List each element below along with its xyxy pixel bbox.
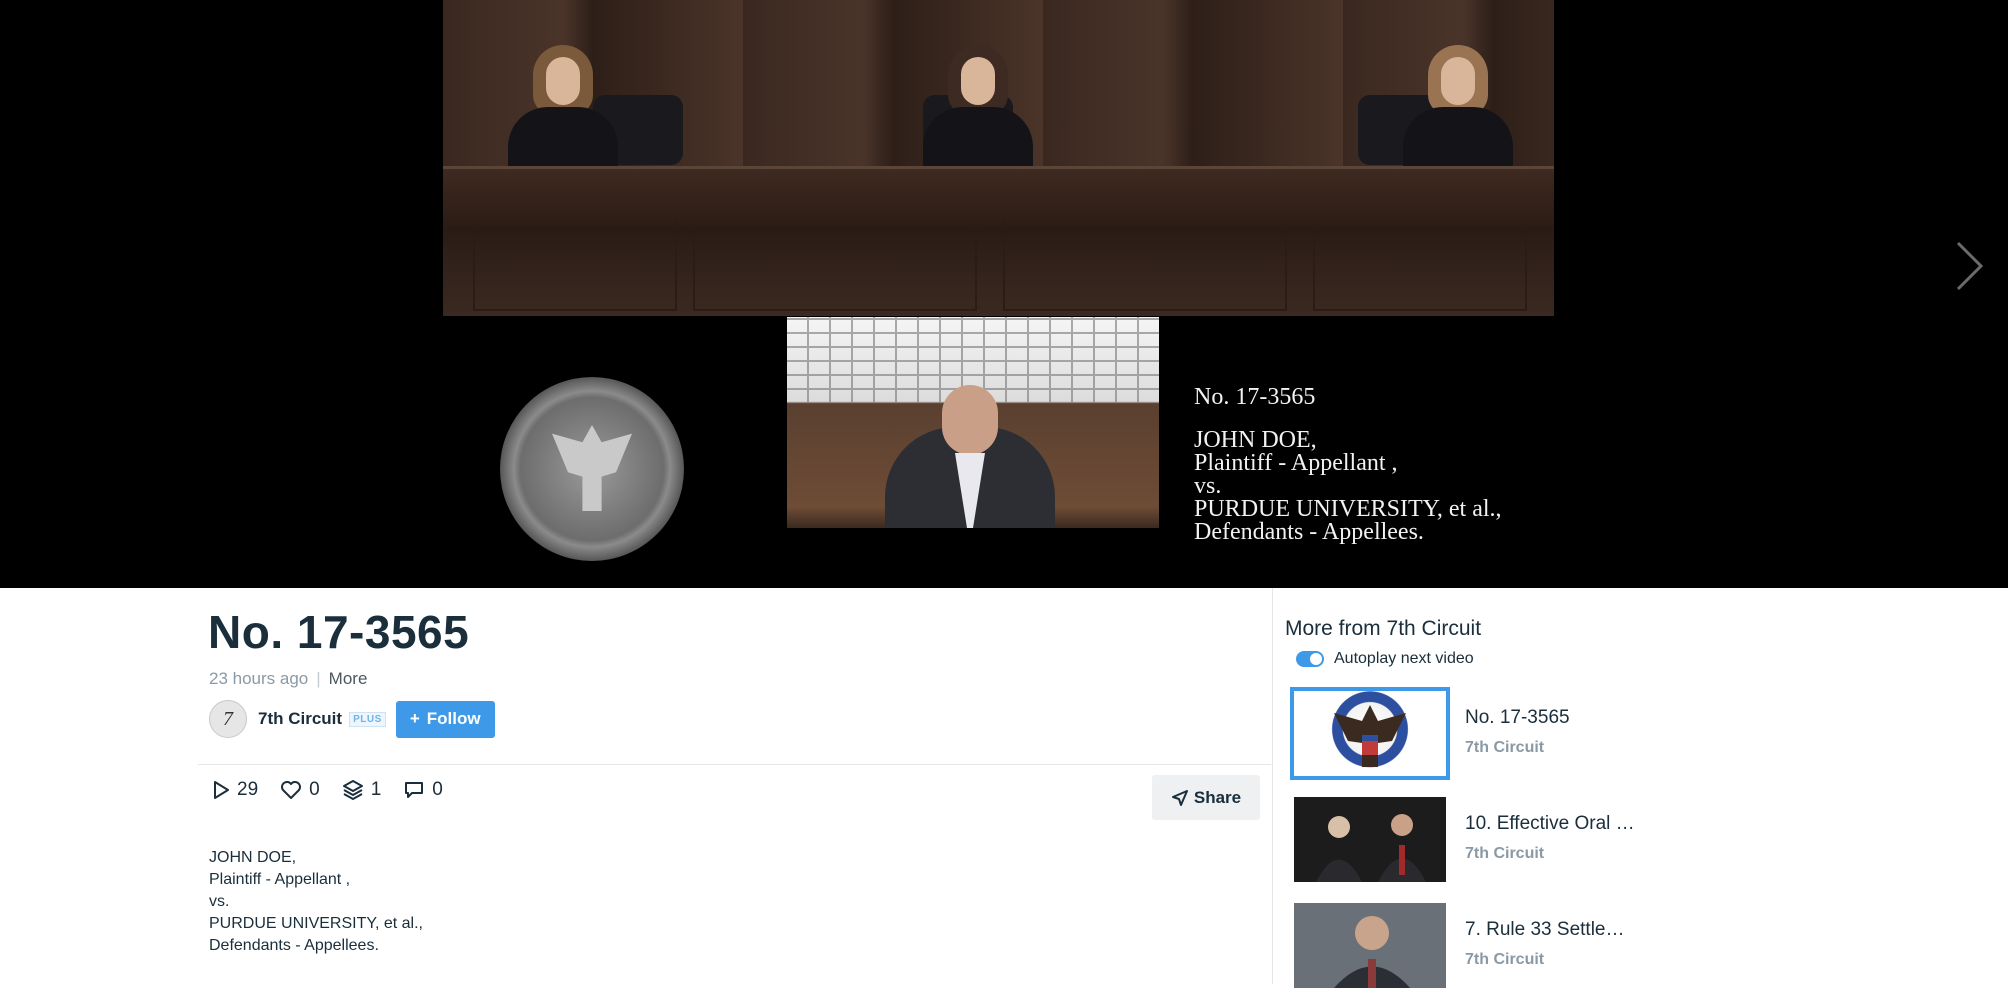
video-stats: 29 0 1 0 — [212, 779, 465, 801]
description-line: Defendants - Appellees. — [209, 937, 379, 954]
interview-thumbnail-image — [1294, 797, 1446, 882]
description-line: PURDUE UNIVERSITY, et al., — [209, 915, 423, 932]
video-title: No. 17-3565 — [208, 606, 470, 658]
plays-stat[interactable]: 29 — [212, 779, 258, 801]
video-thumbnail[interactable] — [1294, 691, 1446, 776]
related-video-item[interactable]: 10. Effective Oral … 7th Circuit — [1294, 797, 1794, 882]
more-link[interactable]: More — [329, 669, 368, 688]
likes-count: 0 — [309, 779, 320, 800]
meta-separator: | — [316, 669, 321, 688]
video-description: JOHN DOE, Plaintiff - Appellant , vs. PU… — [209, 847, 423, 957]
plays-count: 29 — [237, 779, 259, 800]
caption-line: PURDUE UNIVERSITY, et al., — [1194, 496, 1502, 522]
comments-stat[interactable]: 0 — [403, 779, 443, 801]
caption-line: vs. — [1194, 473, 1222, 499]
avatar-text: 7 — [223, 707, 233, 730]
judges-desk — [443, 166, 1554, 319]
owner-name-link[interactable]: 7th Circuit — [258, 709, 342, 729]
comment-icon — [405, 782, 424, 798]
related-video-owner[interactable]: 7th Circuit — [1465, 845, 1544, 863]
divider — [198, 764, 1271, 765]
video-caption: No. 17-3565 JOHN DOE, Plaintiff - Appell… — [1194, 384, 1502, 545]
likes-stat[interactable]: 0 — [280, 779, 320, 801]
description-line: JOHN DOE, — [209, 849, 297, 866]
collections-count: 1 — [370, 779, 382, 800]
description-line: Plaintiff - Appellant , — [209, 871, 351, 888]
video-frame[interactable]: No. 17-3565 JOHN DOE, Plaintiff - Appell… — [443, 0, 1554, 588]
sidebar-title: More from 7th Circuit — [1285, 617, 1482, 640]
chevron-right-icon[interactable] — [1954, 240, 1984, 292]
play-icon — [214, 781, 229, 799]
video-meta: 23 hours ago | More — [209, 669, 367, 689]
related-video-owner[interactable]: 7th Circuit — [1465, 739, 1544, 757]
related-video-title[interactable]: 10. Effective Oral … — [1465, 813, 1635, 835]
autoplay-toggle[interactable] — [1296, 651, 1324, 667]
court-seal-image — [500, 377, 684, 561]
owner-row: 7 7th Circuit PLUS + Follow — [209, 700, 495, 738]
judge-center — [923, 45, 1033, 170]
video-thumbnail[interactable] — [1294, 903, 1446, 988]
autoplay-row: Autoplay next video — [1296, 650, 1474, 668]
posted-time: 23 hours ago — [209, 669, 309, 688]
share-label: Share — [1193, 787, 1242, 807]
comments-count: 0 — [432, 779, 443, 800]
description-line: vs. — [209, 893, 230, 910]
eagle-seal-icon — [1334, 705, 1406, 767]
plus-icon: + — [409, 709, 420, 728]
share-button[interactable]: Share — [1152, 775, 1260, 820]
related-video-owner[interactable]: 7th Circuit — [1465, 951, 1544, 969]
video-thumbnail[interactable] — [1294, 797, 1446, 882]
video-player[interactable]: No. 17-3565 JOHN DOE, Plaintiff - Appell… — [0, 0, 2008, 588]
related-video-item[interactable]: No. 17-3565 7th Circuit — [1294, 691, 1794, 776]
follow-label: Follow — [426, 709, 481, 728]
caption-line: Defendants - Appellees. — [1194, 519, 1424, 545]
follow-button[interactable]: + Follow — [395, 700, 495, 738]
heart-icon — [281, 781, 302, 799]
judge-right — [1403, 45, 1513, 170]
send-icon — [1171, 789, 1188, 806]
attorney-inset-video — [787, 317, 1159, 528]
caption-line: JOHN DOE, — [1194, 427, 1317, 453]
autoplay-label: Autoplay next video — [1334, 650, 1474, 667]
layers-icon — [342, 780, 363, 801]
column-divider — [1272, 588, 1273, 984]
judge-left — [508, 45, 618, 170]
caption-line: Plaintiff - Appellant , — [1194, 450, 1398, 476]
related-video-title[interactable]: No. 17-3565 — [1465, 707, 1570, 729]
speaker-thumbnail-image — [1294, 903, 1446, 988]
related-video-title[interactable]: 7. Rule 33 Settle… — [1465, 919, 1624, 941]
collections-stat[interactable]: 1 — [342, 779, 382, 801]
avatar[interactable]: 7 — [209, 700, 247, 738]
caption-case-number: No. 17-3565 — [1194, 384, 1316, 410]
related-video-item[interactable]: 7. Rule 33 Settle… 7th Circuit — [1294, 903, 1794, 988]
plus-badge: PLUS — [349, 711, 386, 727]
